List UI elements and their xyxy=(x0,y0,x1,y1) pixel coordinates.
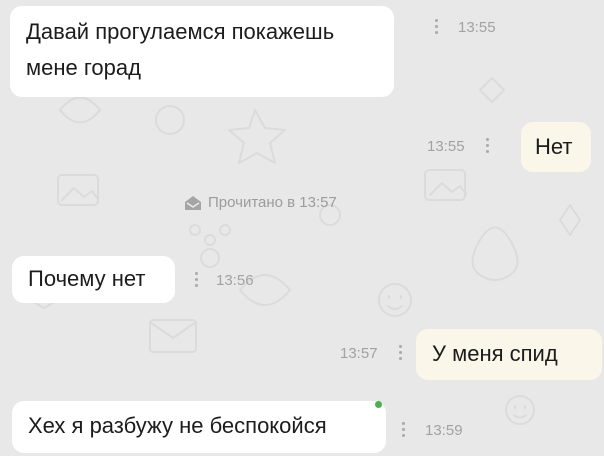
message-time: 13:56 xyxy=(216,271,254,289)
message-bubble-incoming[interactable]: Хех я разбужу не беспокойся xyxy=(12,401,386,453)
message-options-icon[interactable] xyxy=(432,17,442,37)
message-meta: 13:56 xyxy=(192,270,254,290)
message-time: 13:57 xyxy=(340,344,378,362)
message-time: 13:59 xyxy=(425,421,463,439)
read-receipt-text: Прочитано в 13:57 xyxy=(208,194,337,211)
envelope-open-icon xyxy=(185,195,201,210)
message-meta: 13:55 xyxy=(427,136,493,156)
message-bubble-incoming[interactable]: Давай прогулаемся покажешь мене горад xyxy=(10,6,394,97)
message-text: У меня спид xyxy=(432,341,558,366)
read-receipt: Прочитано в 13:57 xyxy=(184,194,337,211)
message-time: 13:55 xyxy=(458,18,496,36)
message-text: Хех я разбужу не беспокойся xyxy=(28,413,327,438)
message-text: Нет xyxy=(535,134,573,159)
message-options-icon[interactable] xyxy=(192,270,202,290)
message-meta: 13:57 xyxy=(340,343,406,363)
message-bubble-outgoing[interactable]: Нет xyxy=(521,122,591,172)
chat-window: Давай прогулаемся покажешь мене горад 13… xyxy=(0,0,604,456)
message-bubble-outgoing[interactable]: У меня спид xyxy=(416,329,602,380)
message-options-icon[interactable] xyxy=(396,343,406,363)
message-text: мене горад xyxy=(26,55,141,80)
message-time: 13:55 xyxy=(427,137,465,155)
message-text: Давай прогулаемся покажешь xyxy=(26,19,335,44)
message-meta: 13:55 xyxy=(432,17,496,37)
message-options-icon[interactable] xyxy=(483,136,493,156)
message-options-icon[interactable] xyxy=(399,420,409,440)
online-indicator xyxy=(375,401,382,408)
message-bubble-incoming[interactable]: Почему нет xyxy=(12,256,175,303)
message-meta: 13:59 xyxy=(399,420,463,440)
message-text: Почему нет xyxy=(28,266,146,291)
